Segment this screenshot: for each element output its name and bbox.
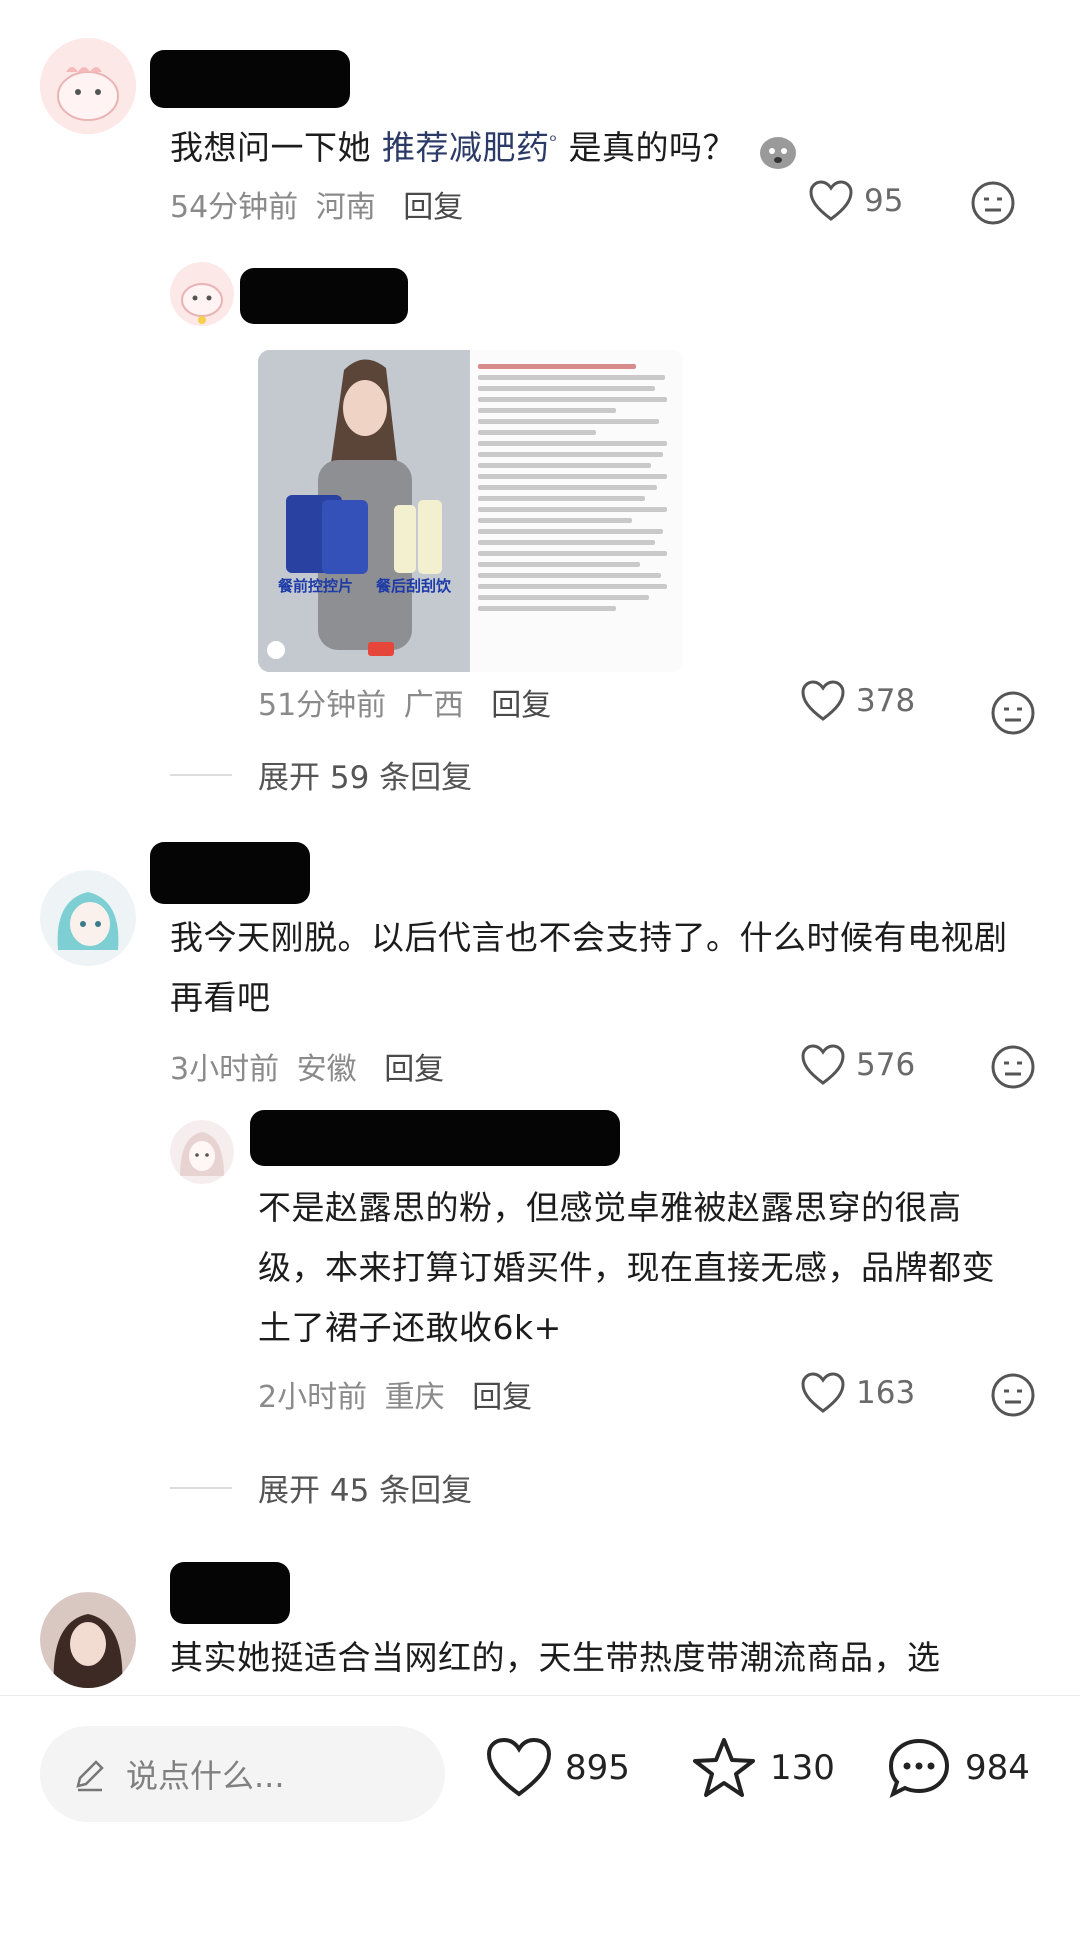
comment-time: 2小时前 — [258, 1380, 368, 1415]
comment-text: 不是赵露思的粉，但感觉卓雅被赵露思穿的很高级，本来打算订婚买件，现在直接无感，品… — [258, 1188, 995, 1347]
heart-icon — [801, 1372, 845, 1413]
comment-input[interactable]: 说点什么... — [40, 1726, 445, 1822]
heart-icon — [801, 680, 845, 721]
pink-character-icon — [40, 38, 136, 134]
comment-text: 我想问一下她 推荐减肥药ᵒ 是真的吗？ — [170, 112, 1030, 178]
heart-icon — [486, 1737, 552, 1797]
dislike-face-icon[interactable] — [970, 180, 1016, 226]
comment-time: 3小时前 — [170, 1052, 280, 1087]
comment-time: 54分钟前 — [170, 190, 299, 225]
divider — [170, 1486, 232, 1489]
avatar[interactable] — [40, 870, 136, 966]
product-caption-1: 餐前控控片 — [278, 577, 354, 595]
like-count: 163 — [856, 1375, 916, 1411]
dislike-face-icon[interactable] — [990, 690, 1036, 736]
avatar[interactable] — [40, 38, 136, 134]
reply-button[interactable]: 回复 — [384, 1052, 444, 1087]
comment-image[interactable]: 餐前控控片 餐后刮刮饮 — [258, 350, 683, 672]
avatar[interactable] — [170, 1120, 234, 1184]
reply-button[interactable]: 回复 — [403, 190, 463, 225]
redacted-username — [150, 50, 350, 108]
like-button[interactable]: 576 — [800, 1044, 915, 1086]
product-caption-2: 餐后刮刮饮 — [376, 577, 452, 595]
redacted-username — [170, 1562, 290, 1624]
dislike-face-icon[interactable] — [990, 1044, 1036, 1090]
like-count: 95 — [864, 183, 904, 219]
comment-input-placeholder: 说点什么... — [126, 1757, 285, 1795]
person-illustration-icon — [258, 350, 470, 672]
comment-text: 其实她挺适合当网红的，天生带热度带潮流商品，选 — [170, 1638, 941, 1677]
like-post-button[interactable]: 895 — [485, 1736, 630, 1800]
expand-replies-button[interactable]: 展开 59 条回复 — [170, 752, 472, 797]
post-like-count: 895 — [565, 1748, 630, 1788]
expand-replies-label: 展开 59 条回复 — [258, 760, 473, 796]
avatar[interactable] — [170, 262, 234, 326]
comment-location: 安徽 — [296, 1052, 357, 1087]
dislike-face-icon[interactable] — [990, 1372, 1036, 1418]
redacted-username — [150, 842, 310, 904]
comment-meta: 51分钟前 广西 回复 — [258, 680, 551, 724]
redacted-username — [240, 268, 408, 324]
comment-meta: 2小时前 重庆 回复 — [258, 1372, 532, 1416]
divider — [170, 773, 232, 776]
comment-text-suffix: 是真的吗？ — [557, 128, 736, 167]
comment-text: 我今天刚脱。以后代言也不会支持了。什么时候有电视剧再看吧 — [170, 918, 1008, 1017]
portrait-photo-icon — [40, 1592, 136, 1688]
article-screenshot — [470, 350, 683, 672]
heart-icon — [809, 180, 853, 221]
post-comment-count: 984 — [965, 1748, 1030, 1788]
heart-icon — [801, 1044, 845, 1085]
like-count: 576 — [856, 1047, 916, 1083]
bottom-action-bar: 说点什么... 895 130 984 — [0, 1695, 1080, 1935]
anime-girl-icon — [40, 870, 136, 966]
pink-character-icon — [170, 262, 234, 326]
like-button[interactable]: 163 — [800, 1372, 915, 1414]
sad-face-emoji-icon — [757, 129, 799, 171]
comment-location: 广西 — [403, 688, 464, 723]
favorite-post-button[interactable]: 130 — [690, 1736, 835, 1800]
like-count: 378 — [856, 683, 916, 719]
post-favorite-count: 130 — [770, 1748, 835, 1788]
sketch-girl-icon — [170, 1120, 234, 1184]
pencil-icon — [76, 1760, 104, 1792]
expand-replies-label: 展开 45 条回复 — [258, 1473, 473, 1509]
comment-location: 河南 — [315, 190, 376, 225]
comment-meta: 3小时前 安徽 回复 — [170, 1044, 444, 1088]
comment-meta: 54分钟前 河南 回复 — [170, 182, 463, 226]
speech-bubble-icon — [888, 1738, 950, 1798]
reply-button[interactable]: 回复 — [491, 688, 551, 723]
redacted-username — [250, 1110, 620, 1166]
reply-button[interactable]: 回复 — [472, 1380, 532, 1415]
expand-replies-button[interactable]: 展开 45 条回复 — [170, 1465, 472, 1510]
star-icon — [693, 1738, 755, 1797]
comment-time: 51分钟前 — [258, 688, 387, 723]
comment-post-button[interactable]: 984 — [885, 1736, 1030, 1800]
product-photo: 餐前控控片 餐后刮刮饮 — [258, 350, 470, 672]
comment-location: 重庆 — [384, 1380, 445, 1415]
like-button[interactable]: 95 — [808, 180, 903, 222]
like-button[interactable]: 378 — [800, 680, 915, 722]
comment-text-prefix: 我想问一下她 — [170, 128, 382, 167]
search-link[interactable]: 推荐减肥药 — [382, 128, 550, 167]
avatar[interactable] — [40, 1592, 136, 1688]
